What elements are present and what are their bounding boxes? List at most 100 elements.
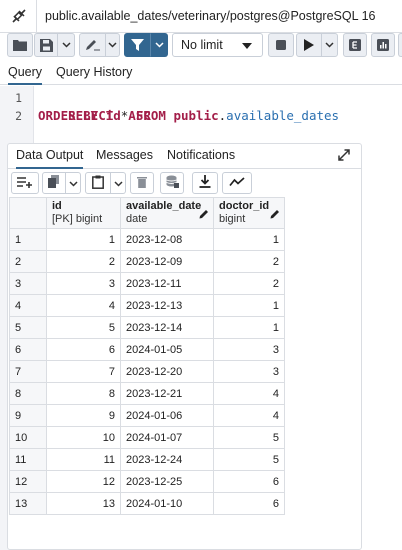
doctor-id-cell[interactable]: 1: [213, 294, 285, 317]
table-row[interactable]: 3 3 2023-12-11 2: [9, 272, 285, 295]
doctor-id-cell[interactable]: 3: [213, 338, 285, 361]
table-row[interactable]: 11 11 2023-12-24 5: [9, 448, 285, 471]
id-cell[interactable]: 3: [46, 272, 121, 295]
doctor-id-cell[interactable]: 1: [213, 316, 285, 339]
explain-analyze-button[interactable]: [371, 33, 395, 57]
table-row[interactable]: 12 12 2023-12-25 6: [9, 470, 285, 493]
available-date-cell[interactable]: 2023-12-20: [120, 360, 214, 383]
pencil-icon[interactable]: [199, 209, 209, 222]
id-cell[interactable]: 1: [46, 228, 121, 251]
doctor-id-cell[interactable]: 4: [213, 382, 285, 405]
table-row[interactable]: 13 13 2024-01-10 6: [9, 492, 285, 515]
available-date-cell[interactable]: 2023-12-24: [120, 448, 214, 471]
doctor-id-cell[interactable]: 6: [213, 492, 285, 515]
table-row[interactable]: 10 10 2024-01-07 5: [9, 426, 285, 449]
doctor-id-cell[interactable]: 6: [213, 470, 285, 493]
table-row[interactable]: 8 8 2023-12-21 4: [9, 382, 285, 405]
tab-data-output[interactable]: Data Output: [16, 148, 84, 169]
table-row[interactable]: 5 5 2023-12-14 1: [9, 316, 285, 339]
download-button[interactable]: [192, 172, 218, 194]
table-row[interactable]: 1 1 2023-12-08 1: [9, 228, 285, 251]
doctor-id-cell[interactable]: 3: [213, 360, 285, 383]
code-line[interactable]: ORDER BY id ASC: [38, 107, 151, 125]
available-date-cell[interactable]: 2024-01-07: [120, 426, 214, 449]
row-number-cell[interactable]: 4: [9, 294, 47, 317]
column-header-doctor-id[interactable]: doctor_id bigint: [213, 197, 285, 229]
available-date-cell[interactable]: 2024-01-10: [120, 492, 214, 515]
row-number-cell[interactable]: 2: [9, 250, 47, 273]
id-cell[interactable]: 9: [46, 404, 121, 427]
column-header-available-date[interactable]: available_date date: [120, 197, 214, 229]
id-cell[interactable]: 2: [46, 250, 121, 273]
execute-options-dropdown[interactable]: [321, 33, 338, 57]
doctor-id-cell[interactable]: 5: [213, 448, 285, 471]
copy-button[interactable]: [42, 172, 66, 194]
doctor-id-cell[interactable]: 2: [213, 250, 285, 273]
open-file-button[interactable]: [7, 33, 33, 57]
filter-options-dropdown[interactable]: [150, 33, 168, 57]
doctor-id-cell[interactable]: 2: [213, 272, 285, 295]
expand-icon[interactable]: [337, 148, 353, 164]
paste-button[interactable]: [85, 172, 111, 194]
row-number-cell[interactable]: 5: [9, 316, 47, 339]
tab-query[interactable]: Query: [8, 65, 43, 85]
table-row[interactable]: 4 4 2023-12-13 1: [9, 294, 285, 317]
table-row[interactable]: 7 7 2023-12-20 3: [9, 360, 285, 383]
row-number-cell[interactable]: 8: [9, 382, 47, 405]
row-number-cell[interactable]: 13: [9, 492, 47, 515]
id-cell[interactable]: 12: [46, 470, 121, 493]
available-date-cell[interactable]: 2023-12-08: [120, 228, 214, 251]
code-line[interactable]: SELECT * FROM public.available_dates: [38, 89, 339, 123]
table-row[interactable]: 6 6 2024-01-05 3: [9, 338, 285, 361]
table-row[interactable]: 9 9 2024-01-06 4: [9, 404, 285, 427]
id-cell[interactable]: 13: [46, 492, 121, 515]
available-date-cell[interactable]: 2023-12-09: [120, 250, 214, 273]
table-row[interactable]: 2 2 2023-12-09 2: [9, 250, 285, 273]
available-date-cell[interactable]: 2023-12-25: [120, 470, 214, 493]
doctor-id-cell[interactable]: 1: [213, 228, 285, 251]
sql-editor[interactable]: 1 SELECT * FROM public.available_dates 2…: [0, 86, 402, 146]
add-row-button[interactable]: [11, 172, 39, 194]
available-date-cell[interactable]: 2023-12-11: [120, 272, 214, 295]
save-file-button[interactable]: [34, 33, 58, 57]
edit-options-dropdown[interactable]: [105, 33, 120, 57]
graph-visualiser-button[interactable]: [222, 172, 252, 194]
available-date-cell[interactable]: 2024-01-05: [120, 338, 214, 361]
pencil-icon[interactable]: [270, 209, 280, 222]
available-date-cell[interactable]: 2024-01-06: [120, 404, 214, 427]
explain-button[interactable]: [343, 33, 367, 57]
row-number-cell[interactable]: 7: [9, 360, 47, 383]
id-cell[interactable]: 4: [46, 294, 121, 317]
row-number-cell[interactable]: 1: [9, 228, 47, 251]
row-number-cell[interactable]: 6: [9, 338, 47, 361]
row-number-cell[interactable]: 10: [9, 426, 47, 449]
id-cell[interactable]: 11: [46, 448, 121, 471]
available-date-cell[interactable]: 2023-12-14: [120, 316, 214, 339]
stop-button[interactable]: [268, 33, 294, 57]
tab-query-history[interactable]: Query History: [56, 65, 132, 85]
column-header-id[interactable]: id [PK] bigint: [46, 197, 121, 229]
save-options-dropdown[interactable]: [57, 33, 75, 57]
save-data-button[interactable]: [160, 172, 184, 194]
id-cell[interactable]: 10: [46, 426, 121, 449]
row-number-cell[interactable]: 11: [9, 448, 47, 471]
row-limit-select[interactable]: No limit: [172, 33, 263, 57]
copy-options-dropdown[interactable]: [66, 172, 81, 194]
edit-button[interactable]: [79, 33, 106, 57]
id-cell[interactable]: 5: [46, 316, 121, 339]
row-number-cell[interactable]: 12: [9, 470, 47, 493]
row-number-cell[interactable]: 9: [9, 404, 47, 427]
delete-button[interactable]: [130, 172, 154, 194]
paste-options-dropdown[interactable]: [111, 172, 126, 194]
tab-notifications[interactable]: Notifications: [167, 148, 235, 169]
doctor-id-cell[interactable]: 4: [213, 404, 285, 427]
tab-messages[interactable]: Messages: [96, 148, 153, 169]
connection-icon[interactable]: [6, 3, 32, 29]
execute-button[interactable]: [296, 33, 322, 57]
filter-button[interactable]: [124, 33, 151, 57]
doctor-id-cell[interactable]: 5: [213, 426, 285, 449]
id-cell[interactable]: 7: [46, 360, 121, 383]
more-toolbar-button[interactable]: [398, 33, 402, 57]
id-cell[interactable]: 6: [46, 338, 121, 361]
available-date-cell[interactable]: 2023-12-21: [120, 382, 214, 405]
